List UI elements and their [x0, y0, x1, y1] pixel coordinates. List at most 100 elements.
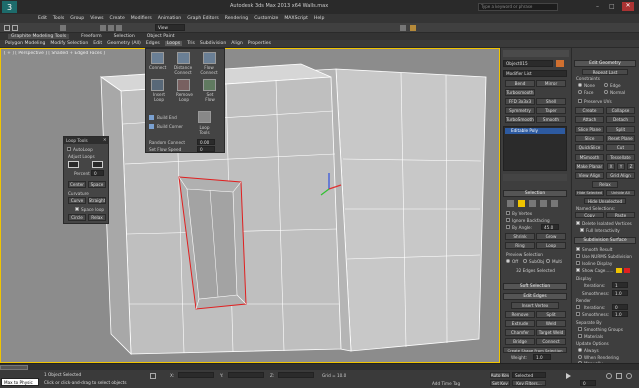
- maximize-icon[interactable]: □: [609, 3, 619, 10]
- angle-spinner[interactable]: 45.0: [541, 224, 559, 230]
- subdivision-surface-header[interactable]: Subdivision Surface: [574, 237, 636, 244]
- pan-icon[interactable]: [616, 373, 622, 379]
- stack-item-editable-poly[interactable]: Editable Poly: [505, 128, 565, 134]
- menu-create[interactable]: Create: [110, 16, 125, 21]
- key-filters-button[interactable]: Key Filters...: [512, 380, 546, 386]
- loop-tools-close-icon[interactable]: ✕: [103, 137, 107, 142]
- set-flow-button[interactable]: Set Flow: [204, 92, 216, 102]
- play-icon[interactable]: [566, 373, 571, 379]
- zoom-icon[interactable]: [606, 373, 612, 379]
- render-icon[interactable]: [410, 25, 416, 31]
- auto-key-button[interactable]: Auto Key: [490, 372, 510, 378]
- insert-vertex-button[interactable]: Insert Vertex: [511, 302, 559, 309]
- x-coord-field[interactable]: [178, 372, 214, 378]
- connect-button[interactable]: Connect: [149, 65, 166, 70]
- cut-button[interactable]: Cut: [606, 144, 635, 151]
- isoline-checkbox[interactable]: [576, 261, 580, 265]
- insert-loop-button[interactable]: Insert Loop: [151, 92, 167, 102]
- app-logo-icon[interactable]: 3: [2, 1, 17, 13]
- smooth-result-checkbox[interactable]: [576, 247, 580, 251]
- show-cage-checkbox[interactable]: [576, 268, 580, 272]
- flow-connect-button[interactable]: Flow Connect: [200, 65, 218, 75]
- create-shape-button[interactable]: Create Shape From Selection: [503, 347, 567, 353]
- display-smoothness-spinner[interactable]: 1.0: [612, 290, 628, 296]
- menu-rendering[interactable]: Rendering: [225, 16, 248, 21]
- bridge-button[interactable]: Bridge: [505, 338, 535, 345]
- menu-graph-editors[interactable]: Graph Editors: [187, 16, 219, 21]
- attach-button[interactable]: Attach: [575, 116, 604, 123]
- build-corner-button[interactable]: Build Corner: [157, 124, 183, 129]
- paste-button[interactable]: Paste: [606, 212, 635, 218]
- by-vertex-checkbox[interactable]: [506, 211, 510, 215]
- flow-connect-icon[interactable]: [203, 52, 216, 64]
- detach-button[interactable]: Detach: [606, 116, 635, 123]
- full-interactivity-checkbox[interactable]: [580, 228, 584, 232]
- when-rendering-radio[interactable]: [578, 355, 582, 359]
- smoothing-groups-checkbox[interactable]: [578, 327, 582, 331]
- collapse-button[interactable]: Collapse: [606, 107, 635, 114]
- space-loop-checkbox[interactable]: [75, 207, 79, 211]
- remove-loop-button[interactable]: Remove Loop: [176, 92, 193, 102]
- loop-tools-button[interactable]: Loop Tools: [198, 125, 211, 135]
- tab-object-paint[interactable]: Object Paint: [147, 34, 175, 39]
- set-flow-icon[interactable]: [203, 79, 216, 91]
- always-radio[interactable]: [578, 348, 582, 352]
- ring-button[interactable]: Ring: [505, 242, 535, 249]
- panel-loops[interactable]: Loops: [164, 41, 183, 46]
- redo-icon[interactable]: [12, 25, 18, 31]
- shrink-button[interactable]: Shrink: [505, 233, 535, 240]
- polygon-mode-icon[interactable]: [540, 200, 547, 207]
- percent-spinner[interactable]: 0: [91, 170, 104, 176]
- scale-icon[interactable]: [116, 25, 122, 31]
- build-end-icon[interactable]: [149, 115, 154, 120]
- slice-button[interactable]: Slice: [575, 135, 604, 142]
- distance-connect-button[interactable]: Distance Connect: [172, 65, 194, 75]
- move-icon[interactable]: [100, 25, 106, 31]
- weld-button[interactable]: Weld: [536, 320, 566, 327]
- edit-geometry-header[interactable]: Edit Geometry: [574, 60, 636, 67]
- hide-unselected-button[interactable]: Hide Unselected: [584, 198, 626, 204]
- connect-icon[interactable]: [151, 52, 164, 64]
- maxscript-listener[interactable]: Max to Physic: [1, 378, 39, 386]
- preview-off-radio[interactable]: [506, 259, 510, 263]
- soft-selection-header[interactable]: Soft Selection: [503, 283, 567, 290]
- frame-field[interactable]: 0: [580, 380, 596, 386]
- create-button[interactable]: Create: [575, 107, 604, 114]
- edit-edges-header[interactable]: Edit Edges: [503, 293, 567, 300]
- panel-properties[interactable]: Properties: [248, 41, 271, 46]
- straight-button[interactable]: Straight: [88, 197, 106, 204]
- tab-selection[interactable]: Selection: [114, 34, 135, 39]
- autoloop-checkbox[interactable]: [67, 147, 71, 151]
- reference-coordinate-dropdown[interactable]: View: [155, 24, 185, 31]
- panel-edges[interactable]: Edges: [146, 41, 160, 46]
- loop-button[interactable]: Loop: [536, 242, 566, 249]
- lock-selection-icon[interactable]: [150, 373, 156, 379]
- z-button[interactable]: Z: [627, 163, 635, 170]
- chamfer-button[interactable]: Chamfer: [505, 329, 535, 336]
- cage-color-swatch-2[interactable]: [624, 268, 630, 273]
- preserve-uvs-checkbox[interactable]: [578, 99, 582, 103]
- msmooth-button[interactable]: MSmooth: [575, 154, 604, 161]
- build-end-button[interactable]: Build End: [157, 115, 177, 120]
- menu-views[interactable]: Views: [90, 16, 103, 21]
- center-button[interactable]: Center: [68, 181, 86, 188]
- random-connect-spinner[interactable]: 0.00: [197, 139, 215, 145]
- loop-tools-icon[interactable]: [198, 111, 211, 123]
- menu-tools[interactable]: Tools: [53, 16, 64, 21]
- y-coord-field[interactable]: [228, 372, 264, 378]
- search-input[interactable]: Type a keyword or phrase: [478, 3, 558, 11]
- constraint-none-radio[interactable]: [578, 83, 582, 87]
- z-coord-field[interactable]: [278, 372, 314, 378]
- insert-loop-icon[interactable]: [151, 79, 164, 91]
- render-smoothness-checkbox[interactable]: [576, 312, 580, 316]
- loop-tools-titlebar[interactable]: Loop Tools ✕: [64, 137, 108, 144]
- mod-shell-button[interactable]: Shell: [536, 98, 566, 105]
- select-object-icon[interactable]: [60, 25, 66, 31]
- modifier-list-dropdown[interactable]: Modifier List: [503, 70, 567, 77]
- tab-graphite-modeling-tools[interactable]: Graphite Modeling Tools: [8, 34, 70, 39]
- distance-connect-icon[interactable]: [177, 52, 190, 64]
- render-iterations-spinner[interactable]: 0: [612, 304, 628, 310]
- close-icon[interactable]: ✕: [622, 2, 634, 11]
- constraint-edge-radio[interactable]: [604, 83, 608, 87]
- render-smoothness-spinner[interactable]: 1.0: [612, 311, 628, 317]
